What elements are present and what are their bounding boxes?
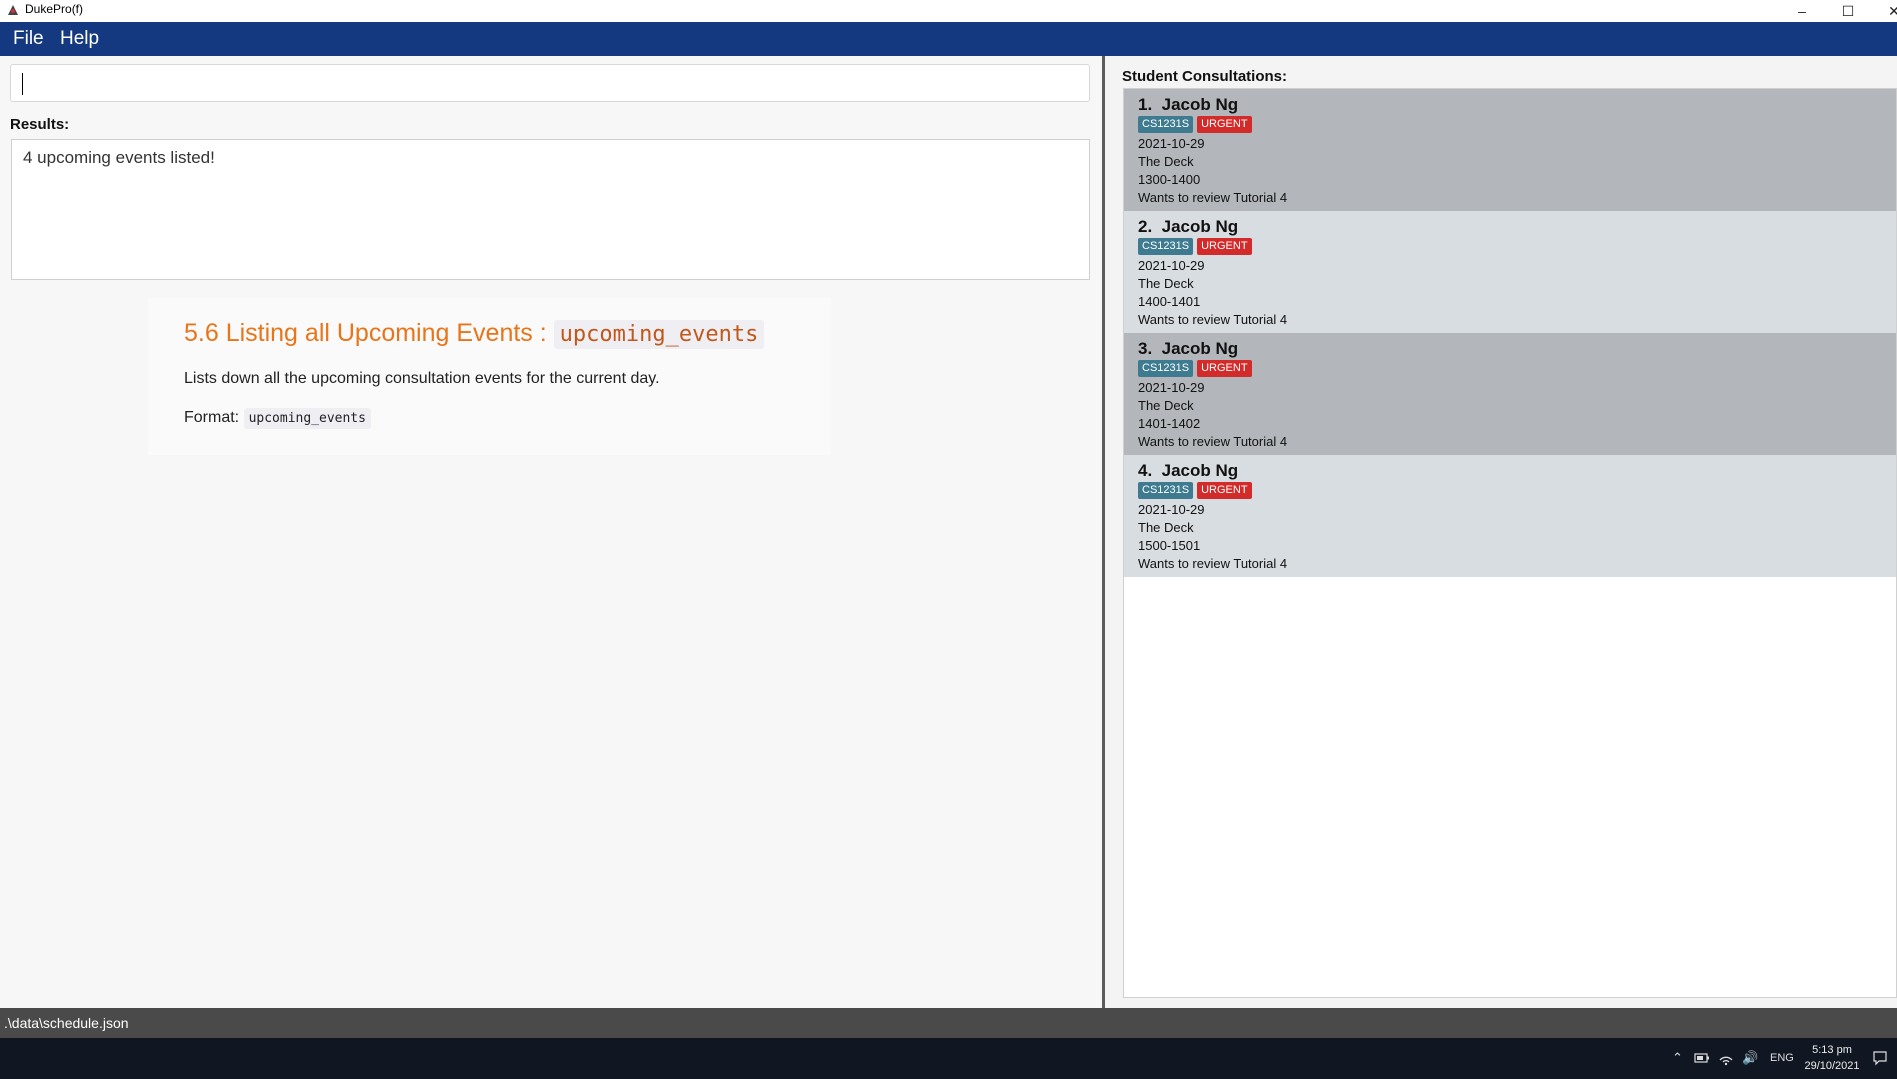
consultation-date: 2021-10-29 [1138, 258, 1205, 273]
help-card: 5.6 Listing all Upcoming Events : upcomi… [148, 298, 831, 455]
menu-file[interactable]: File [13, 28, 44, 50]
student-name: 3. Jacob Ng [1138, 339, 1239, 358]
text-caret [22, 73, 23, 95]
tag-group: CS1231S URGENT [1138, 238, 1256, 256]
module-tag: CS1231S [1138, 238, 1194, 255]
student-name: 4. Jacob Ng [1138, 461, 1239, 480]
consultation-time: 1300-1400 [1138, 172, 1201, 187]
notification-icon[interactable] [1872, 1050, 1888, 1066]
status-bar: .\data\schedule.json [0, 1008, 1897, 1038]
consultations-label: Student Consultations: [1122, 68, 1287, 85]
wifi-icon[interactable] [1718, 1050, 1734, 1066]
taskbar: ⌃ 🔊 ENG 5:13 pm 29/10/2021 [0, 1038, 1897, 1079]
module-tag: CS1231S [1138, 360, 1194, 377]
consultation-venue: The Deck [1138, 520, 1194, 535]
menu-bar: File Help [0, 22, 1897, 56]
help-description: Lists down all the upcoming consultation… [184, 370, 660, 387]
volume-icon[interactable]: 🔊 [1742, 1050, 1758, 1066]
clock-time: 5:13 pm [1812, 1044, 1852, 1056]
consultation-venue: The Deck [1138, 154, 1194, 169]
chevron-up-icon[interactable]: ⌃ [1672, 1050, 1683, 1066]
consultation-time: 1401-1402 [1138, 416, 1201, 431]
tag-group: CS1231S URGENT [1138, 116, 1256, 134]
command-input[interactable] [10, 64, 1090, 102]
help-title-code: upcoming_events [553, 320, 765, 349]
consultation-date: 2021-10-29 [1138, 380, 1205, 395]
consultation-time: 1500-1501 [1138, 538, 1201, 553]
menu-help[interactable]: Help [60, 28, 99, 50]
help-format: Format: upcoming_events [184, 408, 371, 429]
battery-icon[interactable] [1694, 1052, 1710, 1064]
tag-group: CS1231S URGENT [1138, 482, 1256, 500]
consultation-remark: Wants to review Tutorial 4 [1138, 556, 1288, 571]
consultation-venue: The Deck [1138, 398, 1194, 413]
consultation-card[interactable]: 3. Jacob Ng CS1231S URGENT 2021-10-29 The… [1124, 333, 1896, 455]
results-display[interactable]: 4 upcoming events listed! [11, 139, 1090, 280]
consultation-remark: Wants to review Tutorial 4 [1138, 190, 1288, 205]
consultation-time: 1400-1401 [1138, 294, 1201, 309]
help-title-text: 5.6 Listing all Upcoming Events : [184, 319, 554, 347]
urgent-tag: URGENT [1197, 116, 1252, 133]
module-tag: CS1231S [1138, 482, 1194, 499]
module-tag: CS1231S [1138, 116, 1194, 133]
consultation-date: 2021-10-29 [1138, 502, 1205, 517]
student-name: 2. Jacob Ng [1138, 217, 1239, 236]
clock[interactable]: 5:13 pm 29/10/2021 [1800, 1042, 1864, 1074]
urgent-tag: URGENT [1197, 360, 1252, 377]
results-text: 4 upcoming events listed! [23, 148, 215, 167]
student-name: 1. Jacob Ng [1138, 95, 1239, 114]
window-title: DukePro(f) [25, 2, 84, 16]
consultation-date: 2021-10-29 [1138, 136, 1205, 151]
consultation-remark: Wants to review Tutorial 4 [1138, 312, 1288, 327]
app-icon [8, 5, 18, 15]
consultation-card[interactable]: 2. Jacob Ng CS1231S URGENT 2021-10-29 The… [1124, 211, 1896, 333]
maximize-button[interactable]: ☐ [1825, 0, 1871, 22]
urgent-tag: URGENT [1197, 238, 1252, 255]
urgent-tag: URGENT [1197, 482, 1252, 499]
consultation-card[interactable]: 4. Jacob Ng CS1231S URGENT 2021-10-29 The… [1124, 455, 1896, 577]
results-label: Results: [10, 116, 70, 133]
consultation-venue: The Deck [1138, 276, 1194, 291]
close-button[interactable]: ✕ [1871, 0, 1897, 22]
help-title: 5.6 Listing all Upcoming Events : upcomi… [184, 319, 765, 349]
save-location: .\data\schedule.json [4, 1015, 129, 1031]
consultation-remark: Wants to review Tutorial 4 [1138, 434, 1288, 449]
clock-date: 29/10/2021 [1804, 1060, 1860, 1072]
format-label: Format: [184, 409, 244, 426]
language-indicator[interactable]: ENG [1770, 1052, 1794, 1064]
format-code: upcoming_events [243, 408, 371, 429]
minimize-button[interactable]: – [1779, 0, 1825, 22]
consultations-pane: Student Consultations: 1. Jacob Ng CS123… [1105, 56, 1897, 1008]
tag-group: CS1231S URGENT [1138, 360, 1256, 378]
consultation-card[interactable]: 1. Jacob Ng CS1231S URGENT 2021-10-29 The… [1124, 89, 1896, 211]
title-bar: DukePro(f) – ☐ ✕ [0, 0, 1897, 22]
consultation-list[interactable]: 1. Jacob Ng CS1231S URGENT 2021-10-29 The… [1123, 88, 1897, 998]
